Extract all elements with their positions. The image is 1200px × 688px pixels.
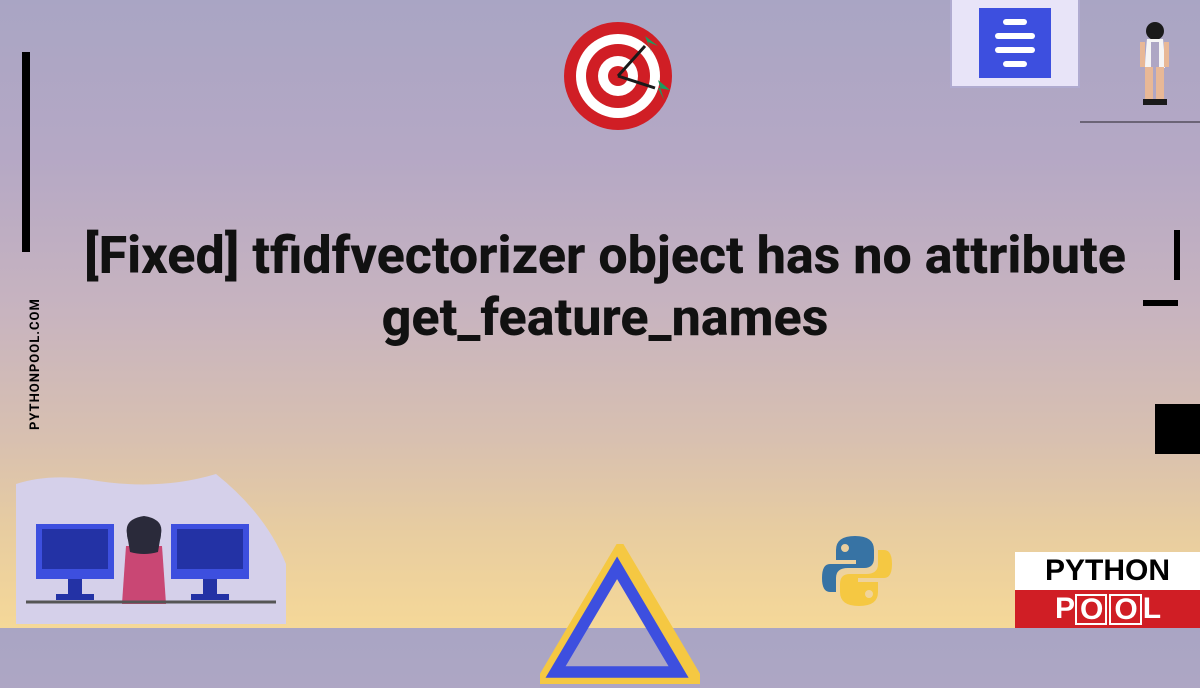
- person-standing-icon: [1127, 20, 1182, 124]
- python-pool-logo: PYTHON POOL: [1015, 552, 1200, 628]
- brand-line-2: POOL: [1015, 590, 1200, 628]
- target-icon: [560, 18, 680, 142]
- ground-line: [1080, 121, 1200, 123]
- brand-line-1: PYTHON: [1015, 552, 1200, 590]
- menu-panel: [950, 0, 1080, 88]
- decorative-bar-right-2: [1143, 300, 1178, 306]
- site-url-vertical: PYTHONPOOL.COM: [28, 298, 43, 430]
- decorative-bar-left: [22, 52, 30, 252]
- decorative-block-right: [1155, 404, 1200, 454]
- workstation-illustration: [16, 474, 286, 628]
- triangle-icon: [540, 544, 700, 688]
- article-title: [Fixed] tfidfvectorizer object has no at…: [80, 225, 1130, 350]
- decorative-bar-right-1: [1174, 230, 1180, 280]
- hamburger-menu-icon[interactable]: [979, 8, 1051, 78]
- python-logo-icon: [818, 532, 896, 614]
